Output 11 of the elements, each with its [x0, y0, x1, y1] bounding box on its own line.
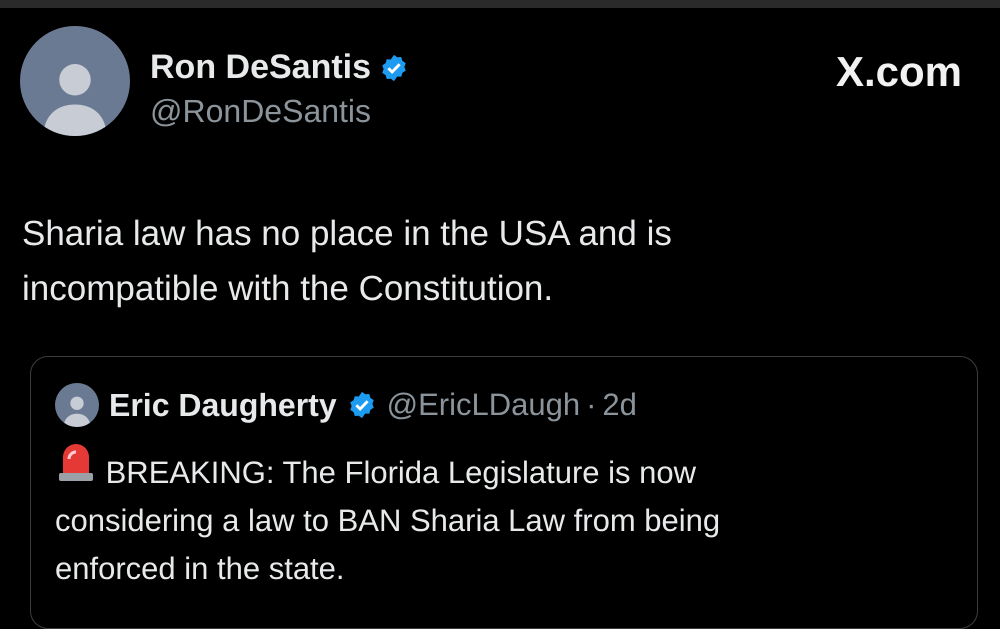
author-name[interactable]: Eric Daugherty — [109, 386, 337, 424]
quoted-post-card[interactable]: Eric Daugherty @EricLDaugh · 2d BREAKING: The Florida Legislature is now considering a law to BAN Sharia Law from being enforced in the state. — [30, 356, 978, 629]
source-label: X.com — [836, 47, 962, 96]
post-age: 2d — [602, 387, 637, 423]
author-handle[interactable]: @RonDeSantis — [150, 93, 816, 130]
author-handle[interactable]: @EricLDaugh — [386, 387, 580, 423]
avatar[interactable] — [55, 383, 99, 427]
separator-dot: · — [586, 387, 596, 423]
post-text: Sharia law has no place in the USA and is incompatible with the Constitution. — [22, 213, 673, 310]
quoted-post-text: BREAKING: The Florida Legislature is now considering a law to BAN Sharia Law from being enforced in the state. — [55, 437, 835, 593]
author-name[interactable]: Ron DeSantis — [150, 48, 372, 87]
